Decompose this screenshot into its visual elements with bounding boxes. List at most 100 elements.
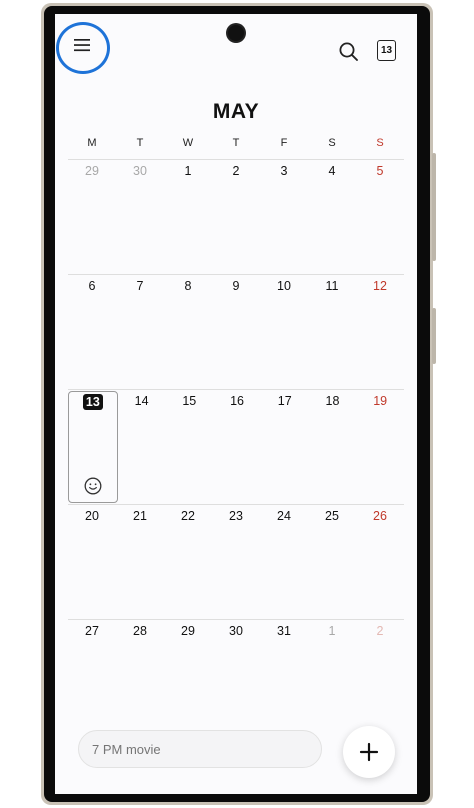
- day-cell[interactable]: 17: [261, 390, 309, 504]
- day-number: 15: [182, 394, 197, 408]
- day-number: 26: [373, 509, 387, 523]
- search-button[interactable]: [337, 40, 361, 64]
- day-cell[interactable]: 28: [116, 620, 164, 734]
- day-cell[interactable]: 30: [212, 620, 260, 734]
- month-grid: 29 30 1 2 3 4 5 6 7 8 9 10 11 12 13 14 15 16 17 18 19 20 21 22 2…: [68, 159, 404, 734]
- today-button[interactable]: 13: [377, 40, 396, 61]
- day-cell[interactable]: 29: [164, 620, 212, 734]
- add-event-button[interactable]: [343, 726, 395, 778]
- day-cell[interactable]: 5: [356, 160, 404, 274]
- day-cell[interactable]: 2: [212, 160, 260, 274]
- day-cell[interactable]: 24: [260, 505, 308, 619]
- day-cell[interactable]: 23: [212, 505, 260, 619]
- day-number: 2: [376, 624, 384, 638]
- day-cell-today[interactable]: 13: [68, 391, 118, 503]
- weekday-label: M: [87, 137, 97, 149]
- day-number: 29: [181, 624, 195, 638]
- day-number: 31: [277, 624, 291, 638]
- week-row: 6 7 8 9 10 11 12: [68, 274, 404, 389]
- week-row: 20 21 22 23 24 25 26: [68, 504, 404, 619]
- day-number: 20: [85, 509, 99, 523]
- day-number: 4: [328, 164, 336, 178]
- day-number: 5: [376, 164, 384, 178]
- day-number: 3: [280, 164, 288, 178]
- week-row: 27 28 29 30 31 1 2: [68, 619, 404, 734]
- day-cell[interactable]: 14: [118, 390, 166, 504]
- menu-button[interactable]: [62, 25, 102, 65]
- weekday-label: S: [376, 137, 384, 149]
- day-number: 11: [325, 279, 339, 293]
- weekday-label: T: [136, 137, 144, 149]
- day-number: 24: [277, 509, 291, 523]
- front-camera: [228, 25, 244, 41]
- day-number: 6: [88, 279, 96, 293]
- day-cell[interactable]: 3: [260, 160, 308, 274]
- weekday-label: F: [280, 137, 288, 149]
- calendar-today-icon: 13: [380, 45, 393, 56]
- weekday-label: T: [232, 137, 240, 149]
- volume-button: [432, 153, 436, 261]
- day-cell[interactable]: 22: [164, 505, 212, 619]
- search-icon: [339, 42, 358, 61]
- day-cell[interactable]: 11: [308, 275, 356, 389]
- week-row: 13 14 15 16 17 18 19: [68, 389, 404, 504]
- day-cell[interactable]: 1: [164, 160, 212, 274]
- day-number: 12: [373, 279, 387, 293]
- day-cell[interactable]: 20: [68, 505, 116, 619]
- weekday-label: W: [182, 137, 194, 149]
- day-number: 29: [85, 164, 99, 178]
- day-cell[interactable]: 19: [356, 390, 404, 504]
- day-cell[interactable]: 12: [356, 275, 404, 389]
- power-button: [432, 308, 436, 364]
- month-title: MAY: [212, 100, 260, 123]
- day-cell[interactable]: 6: [68, 275, 116, 389]
- smiley-icon: [84, 477, 102, 495]
- phone-frame: 13 MAY MTWTFSS 29 30 1 2 3 4 5 6 7 8 9 10 11 12 13 14 15…: [41, 3, 436, 805]
- day-number: 1: [328, 624, 336, 638]
- day-number: 19: [373, 394, 388, 408]
- day-cell[interactable]: 15: [165, 390, 213, 504]
- day-number: 10: [277, 279, 291, 293]
- weekday-label: S: [328, 137, 336, 149]
- day-number: 1: [184, 164, 192, 178]
- day-number: 21: [133, 509, 147, 523]
- day-cell[interactable]: 10: [260, 275, 308, 389]
- hamburger-menu-icon: [74, 39, 90, 52]
- weekday-header: MTWTFSS: [68, 137, 404, 149]
- day-number: 14: [134, 394, 149, 408]
- day-number: 25: [325, 509, 339, 523]
- day-number: 23: [229, 509, 243, 523]
- week-row: 29 30 1 2 3 4 5: [68, 159, 404, 274]
- quick-add-input[interactable]: [78, 730, 322, 768]
- day-cell[interactable]: 31: [260, 620, 308, 734]
- day-cell[interactable]: 2: [356, 620, 404, 734]
- day-cell[interactable]: 27: [68, 620, 116, 734]
- day-cell[interactable]: 25: [308, 505, 356, 619]
- day-number: 8: [184, 279, 192, 293]
- day-cell[interactable]: 29: [68, 160, 116, 274]
- day-cell[interactable]: 8: [164, 275, 212, 389]
- day-number: 22: [181, 509, 195, 523]
- day-number: 17: [277, 394, 292, 408]
- day-cell[interactable]: 16: [213, 390, 261, 504]
- day-number: 30: [133, 164, 147, 178]
- day-cell[interactable]: 21: [116, 505, 164, 619]
- day-cell[interactable]: 4: [308, 160, 356, 274]
- day-cell[interactable]: 1: [308, 620, 356, 734]
- day-number: 18: [325, 394, 340, 408]
- plus-icon: [359, 742, 379, 762]
- day-number: 2: [232, 164, 240, 178]
- day-number: 13: [82, 394, 103, 410]
- day-number: 16: [230, 394, 244, 408]
- day-cell[interactable]: 18: [309, 390, 357, 504]
- day-number: 27: [85, 624, 99, 638]
- day-cell[interactable]: 7: [116, 275, 164, 389]
- day-cell[interactable]: 26: [356, 505, 404, 619]
- day-number: 28: [133, 624, 147, 638]
- day-number: 30: [229, 624, 243, 638]
- day-number: 7: [136, 279, 144, 293]
- day-cell[interactable]: 9: [212, 275, 260, 389]
- day-cell[interactable]: 30: [116, 160, 164, 274]
- day-number: 9: [232, 279, 240, 293]
- calendar-screen: 13 MAY MTWTFSS 29 30 1 2 3 4 5 6 7 8 9 10 11 12 13 14 15…: [55, 14, 417, 794]
